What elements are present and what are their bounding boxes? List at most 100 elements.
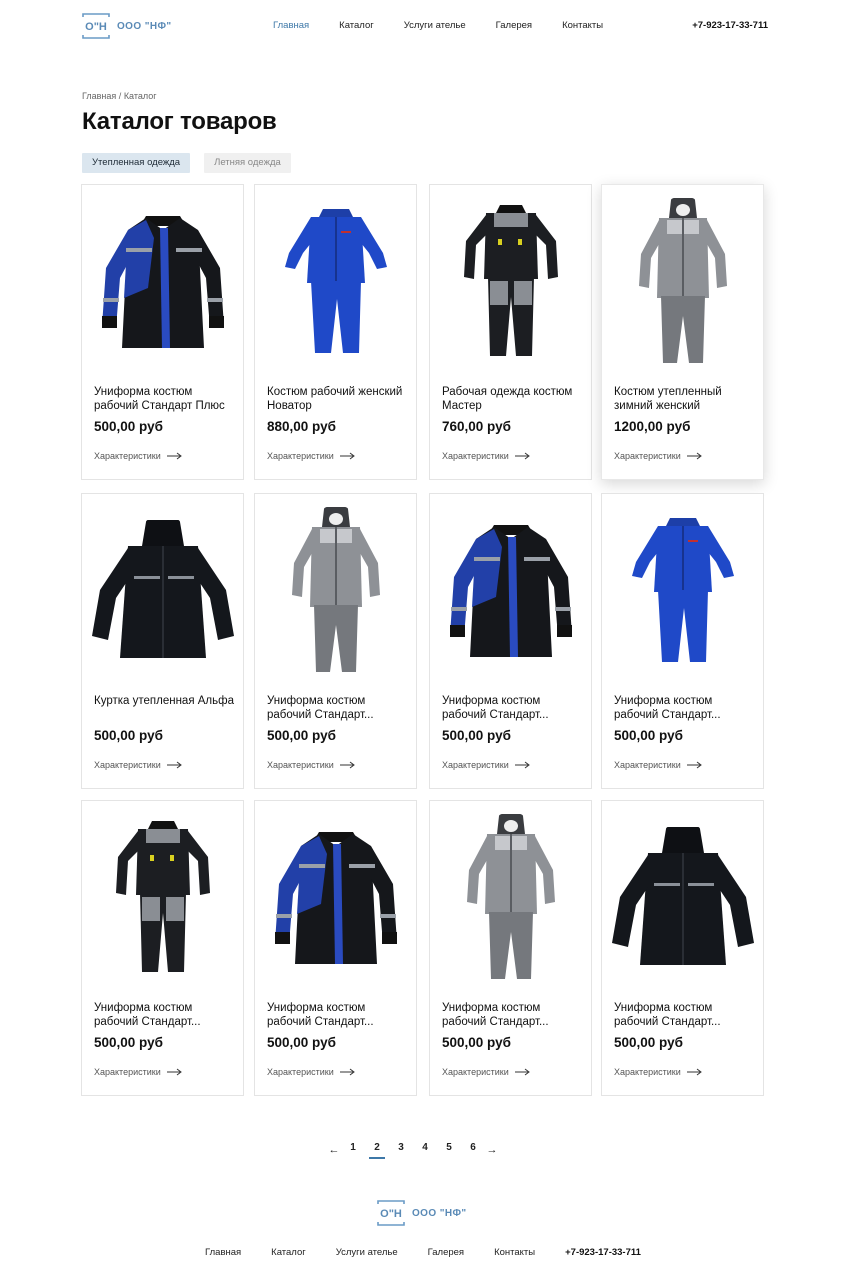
product-card[interactable]: Униформа костюм рабочий Стандарт... 500,… bbox=[429, 493, 592, 789]
arrow-right-icon bbox=[339, 761, 355, 769]
specs-label: Характеристики bbox=[267, 1067, 334, 1077]
product-image[interactable] bbox=[602, 809, 763, 989]
product-card[interactable]: Униформа костюм рабочий Стандарт... 500,… bbox=[81, 800, 244, 1096]
category-tabs: Утепленная одежда Летняя одежда bbox=[82, 153, 291, 173]
svg-text:О"Н: О"Н bbox=[380, 1208, 402, 1220]
product-price: 500,00 руб bbox=[442, 1035, 511, 1050]
product-title[interactable]: Униформа костюм рабочий Стандарт... bbox=[614, 694, 756, 722]
product-title[interactable]: Униформа костюм рабочий Стандарт... bbox=[614, 1001, 756, 1029]
product-price: 760,00 руб bbox=[442, 419, 511, 434]
nav-link-contacts[interactable]: Контакты bbox=[562, 20, 603, 31]
specs-label: Характеристики bbox=[94, 451, 161, 461]
logo[interactable]: О"Н ООО "НФ" bbox=[82, 13, 172, 39]
pagination-page[interactable]: 1 bbox=[341, 1141, 365, 1159]
product-card[interactable]: Куртка утепленная Альфа 500,00 руб Харак… bbox=[81, 493, 244, 789]
specs-label: Характеристики bbox=[614, 1067, 681, 1077]
product-title[interactable]: Униформа костюм рабочий Стандарт... bbox=[442, 1001, 584, 1029]
product-price: 880,00 руб bbox=[267, 419, 336, 434]
footer-logo[interactable]: О"Н ООО "НФ" bbox=[377, 1200, 467, 1226]
product-title[interactable]: Униформа костюм рабочий Стандарт... bbox=[267, 1001, 409, 1029]
product-image[interactable] bbox=[82, 193, 243, 373]
product-card[interactable]: Униформа костюм рабочий Стандарт... 500,… bbox=[254, 800, 417, 1096]
footer-logo-text: ООО "НФ" bbox=[412, 1207, 467, 1219]
product-card[interactable]: Униформа костюм рабочий Стандарт... 500,… bbox=[601, 800, 764, 1096]
product-title[interactable]: Костюм рабочий женский Новатор bbox=[267, 385, 409, 413]
footer-phone[interactable]: +7-923-17-33-711 bbox=[565, 1247, 641, 1258]
product-image[interactable] bbox=[255, 502, 416, 682]
arrow-right-icon bbox=[166, 1068, 182, 1076]
pagination-page[interactable]: 4 bbox=[413, 1141, 437, 1159]
header-phone[interactable]: +7-923-17-33-711 bbox=[692, 20, 768, 31]
product-specs-link[interactable]: Характеристики bbox=[442, 760, 530, 770]
product-specs-link[interactable]: Характеристики bbox=[94, 760, 182, 770]
product-image[interactable] bbox=[602, 193, 763, 373]
product-specs-link[interactable]: Характеристики bbox=[614, 1067, 702, 1077]
product-specs-link[interactable]: Характеристики bbox=[94, 451, 182, 461]
product-image[interactable] bbox=[82, 502, 243, 682]
product-specs-link[interactable]: Характеристики bbox=[614, 760, 702, 770]
nav-link-catalog[interactable]: Каталог bbox=[339, 20, 374, 31]
product-card[interactable]: Рабочая одежда костюм Мастер 760,00 руб … bbox=[429, 184, 592, 480]
product-image[interactable] bbox=[430, 502, 591, 682]
product-title[interactable]: Рабочая одежда костюм Мастер bbox=[442, 385, 584, 413]
product-image[interactable] bbox=[255, 193, 416, 373]
specs-label: Характеристики bbox=[442, 451, 509, 461]
product-price: 500,00 руб bbox=[442, 728, 511, 743]
specs-label: Характеристики bbox=[267, 760, 334, 770]
product-card[interactable]: Униформа костюм рабочий Стандарт... 500,… bbox=[254, 493, 417, 789]
product-card[interactable]: Униформа костюм рабочий Стандарт Плюс 50… bbox=[81, 184, 244, 480]
footer-link-atelier[interactable]: Услуги ателье bbox=[336, 1247, 398, 1258]
product-specs-link[interactable]: Характеристики bbox=[267, 1067, 355, 1077]
breadcrumb-home[interactable]: Главная bbox=[82, 91, 116, 101]
pagination-page[interactable]: 6 bbox=[461, 1141, 485, 1159]
product-price: 500,00 руб bbox=[94, 728, 163, 743]
product-specs-link[interactable]: Характеристики bbox=[442, 1067, 530, 1077]
pagination-prev-arrow-icon[interactable]: ← bbox=[327, 1143, 341, 1157]
product-title[interactable]: Куртка утепленная Альфа bbox=[94, 694, 236, 722]
pagination-next-arrow-icon[interactable]: → bbox=[485, 1143, 499, 1157]
product-title[interactable]: Униформа костюм рабочий Стандарт... bbox=[94, 1001, 236, 1029]
tab-insulated-clothing[interactable]: Утепленная одежда bbox=[82, 153, 191, 173]
pagination-page[interactable]: 5 bbox=[437, 1141, 461, 1159]
tab-summer-clothing[interactable]: Летняя одежда bbox=[204, 153, 291, 173]
pagination-page[interactable]: 3 bbox=[389, 1141, 413, 1159]
product-title[interactable]: Униформа костюм рабочий Стандарт... bbox=[442, 694, 584, 722]
footer-link-gallery[interactable]: Галерея bbox=[428, 1247, 464, 1258]
product-specs-link[interactable]: Характеристики bbox=[442, 451, 530, 461]
product-image[interactable] bbox=[602, 502, 763, 682]
product-title[interactable]: Униформа костюм рабочий Стандарт Плюс bbox=[94, 385, 236, 413]
specs-label: Характеристики bbox=[267, 451, 334, 461]
nav-link-home[interactable]: Главная bbox=[273, 20, 309, 31]
product-card[interactable]: Костюм утепленный зимний женский 1200,00… bbox=[601, 184, 764, 480]
arrow-right-icon bbox=[166, 761, 182, 769]
footer-link-contacts[interactable]: Контакты bbox=[494, 1247, 535, 1258]
nav-link-atelier[interactable]: Услуги ателье bbox=[404, 20, 466, 31]
main-nav: Главная Каталог Услуги ателье Галерея Ко… bbox=[273, 20, 633, 31]
nav-link-gallery[interactable]: Галерея bbox=[496, 20, 532, 31]
breadcrumb-current: Каталог bbox=[123, 91, 157, 101]
product-image[interactable] bbox=[430, 193, 591, 373]
product-card[interactable]: Костюм рабочий женский Новатор 880,00 ру… bbox=[254, 184, 417, 480]
product-card[interactable]: Униформа костюм рабочий Стандарт... 500,… bbox=[601, 493, 764, 789]
product-specs-link[interactable]: Характеристики bbox=[267, 451, 355, 461]
arrow-right-icon bbox=[686, 452, 702, 460]
product-price: 500,00 руб bbox=[267, 1035, 336, 1050]
svg-text:О"Н: О"Н bbox=[85, 21, 107, 33]
product-image[interactable] bbox=[82, 809, 243, 989]
specs-label: Характеристики bbox=[614, 451, 681, 461]
product-specs-link[interactable]: Характеристики bbox=[94, 1067, 182, 1077]
footer-link-catalog[interactable]: Каталог bbox=[271, 1247, 306, 1258]
footer-link-home[interactable]: Главная bbox=[205, 1247, 241, 1258]
product-image[interactable] bbox=[255, 809, 416, 989]
product-card[interactable]: Униформа костюм рабочий Стандарт... 500,… bbox=[429, 800, 592, 1096]
product-title[interactable]: Униформа костюм рабочий Стандарт... bbox=[267, 694, 409, 722]
pagination-page[interactable]: 2 bbox=[365, 1141, 389, 1159]
logo-text: ООО "НФ" bbox=[117, 20, 172, 32]
product-image[interactable] bbox=[430, 809, 591, 989]
product-specs-link[interactable]: Характеристики bbox=[267, 760, 355, 770]
specs-label: Характеристики bbox=[94, 1067, 161, 1077]
footer-logo-mark-icon: О"Н bbox=[377, 1200, 405, 1226]
product-specs-link[interactable]: Характеристики bbox=[614, 451, 702, 461]
arrow-right-icon bbox=[686, 1068, 702, 1076]
product-title[interactable]: Костюм утепленный зимний женский bbox=[614, 385, 756, 413]
